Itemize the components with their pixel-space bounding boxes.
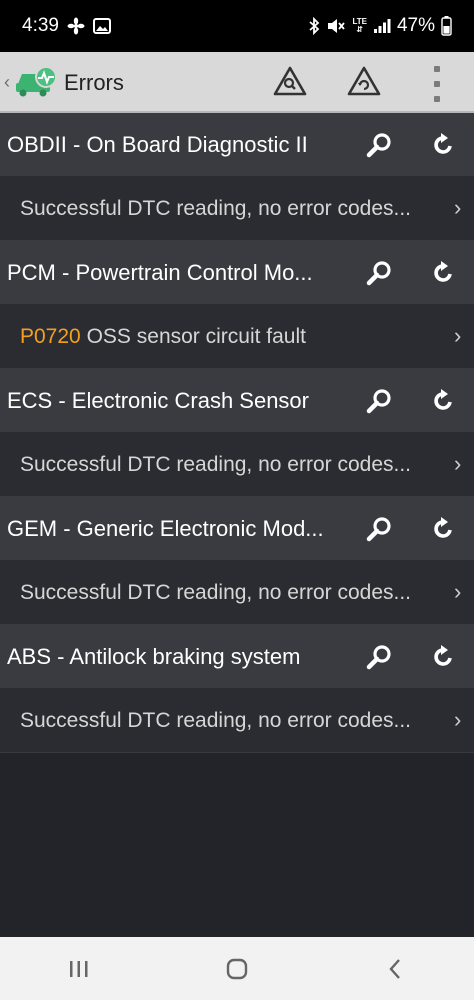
overflow-dot xyxy=(434,66,440,72)
refresh-icon xyxy=(434,261,452,282)
home-icon xyxy=(226,958,248,979)
search-icon xyxy=(366,389,391,414)
mute-icon xyxy=(326,17,346,35)
app-logo[interactable] xyxy=(14,66,58,98)
result-text: Successful DTC reading, no error codes..… xyxy=(20,581,411,605)
search-icon xyxy=(366,517,391,542)
refresh-icon xyxy=(434,389,452,410)
result-text: Successful DTC reading, no error codes..… xyxy=(20,709,411,733)
refresh-button[interactable] xyxy=(425,639,461,675)
refresh-icon xyxy=(434,517,452,538)
page-title: Errors xyxy=(64,70,124,95)
system-nav-bar xyxy=(0,937,474,1000)
search-icon xyxy=(366,133,391,158)
search-button[interactable] xyxy=(361,511,397,547)
overflow-menu-icon[interactable] xyxy=(426,66,448,102)
refresh-icon xyxy=(434,645,452,666)
result-message: Successful DTC reading, no error codes..… xyxy=(20,709,412,732)
result-row[interactable]: P0720 OSS sensor circuit fault › xyxy=(0,305,474,369)
search-button[interactable] xyxy=(361,383,397,419)
gallery-icon xyxy=(92,18,111,34)
result-row[interactable]: Successful DTC reading, no error codes..… xyxy=(0,689,474,753)
refresh-button[interactable] xyxy=(425,255,461,291)
back-button[interactable] xyxy=(365,949,425,989)
result-message: OSS sensor circuit fault xyxy=(86,325,306,348)
module-row[interactable]: OBDII - On Board Diagnostic II xyxy=(0,113,474,177)
bluetooth-icon xyxy=(308,17,320,35)
fan-icon xyxy=(67,17,85,35)
status-left: 4:39 xyxy=(22,15,111,37)
result-message: Successful DTC reading, no error codes..… xyxy=(20,197,412,220)
recent-apps-icon xyxy=(70,960,88,977)
overflow-dot xyxy=(434,96,440,102)
status-time: 4:39 xyxy=(22,15,59,36)
overflow-dot xyxy=(434,81,440,87)
status-right: LTE ⇵ 47% xyxy=(308,15,452,37)
home-button[interactable] xyxy=(207,949,267,989)
refresh-icon xyxy=(434,133,452,154)
module-name: OBDII - On Board Diagnostic II xyxy=(7,132,308,157)
result-message: Successful DTC reading, no error codes..… xyxy=(20,453,412,476)
search-button[interactable] xyxy=(361,127,397,163)
module-row[interactable]: PCM - Powertrain Control Mo... xyxy=(0,241,474,305)
module-name: GEM - Generic Electronic Mod... xyxy=(7,516,324,541)
chevron-right-icon: › xyxy=(454,323,462,348)
recent-apps-button[interactable] xyxy=(49,949,109,989)
chevron-right-icon: › xyxy=(454,707,462,732)
battery-icon xyxy=(441,16,452,36)
chevron-right-icon: › xyxy=(454,195,462,220)
back-chevron-icon[interactable]: ‹ xyxy=(4,72,10,93)
lte-indicator: LTE ⇵ xyxy=(352,18,367,34)
result-text: Successful DTC reading, no error codes..… xyxy=(20,453,411,477)
module-name: ABS - Antilock braking system xyxy=(7,644,301,669)
module-row[interactable]: ECS - Electronic Crash Sensor xyxy=(0,369,474,433)
result-text: P0720 OSS sensor circuit fault xyxy=(20,325,306,349)
refresh-button[interactable] xyxy=(425,127,461,163)
warning-refresh-icon xyxy=(347,66,381,101)
signal-icon xyxy=(373,18,391,34)
module-row[interactable]: GEM - Generic Electronic Mod... xyxy=(0,497,474,561)
result-text: Successful DTC reading, no error codes..… xyxy=(20,197,411,221)
battery-percent: 47% xyxy=(396,15,435,36)
search-icon xyxy=(366,645,391,670)
refresh-button[interactable] xyxy=(425,383,461,419)
module-list: OBDII - On Board Diagnostic II Successfu… xyxy=(0,113,474,753)
dtc-code: P0720 xyxy=(20,325,81,348)
module-row[interactable]: ABS - Antilock braking system xyxy=(0,625,474,689)
module-name: ECS - Electronic Crash Sensor xyxy=(7,388,309,413)
result-row[interactable]: Successful DTC reading, no error codes..… xyxy=(0,177,474,241)
status-bar: 4:39 LTE ⇵ 47% xyxy=(0,0,474,52)
search-button[interactable] xyxy=(361,255,397,291)
result-message: Successful DTC reading, no error codes..… xyxy=(20,581,412,604)
warning-refresh-button[interactable] xyxy=(344,64,384,102)
back-icon xyxy=(389,958,400,979)
chevron-right-icon: › xyxy=(454,451,462,476)
search-button[interactable] xyxy=(361,639,397,675)
result-row[interactable]: Successful DTC reading, no error codes..… xyxy=(0,561,474,625)
warning-search-icon xyxy=(273,66,307,101)
warning-search-button[interactable] xyxy=(270,64,310,102)
result-row[interactable]: Successful DTC reading, no error codes..… xyxy=(0,433,474,497)
data-arrows-icon: ⇵ xyxy=(356,25,364,34)
module-name: PCM - Powertrain Control Mo... xyxy=(7,260,313,285)
chevron-right-icon: › xyxy=(454,579,462,604)
app-bar: ‹ Errors xyxy=(0,52,474,113)
refresh-button[interactable] xyxy=(425,511,461,547)
search-icon xyxy=(366,261,391,286)
